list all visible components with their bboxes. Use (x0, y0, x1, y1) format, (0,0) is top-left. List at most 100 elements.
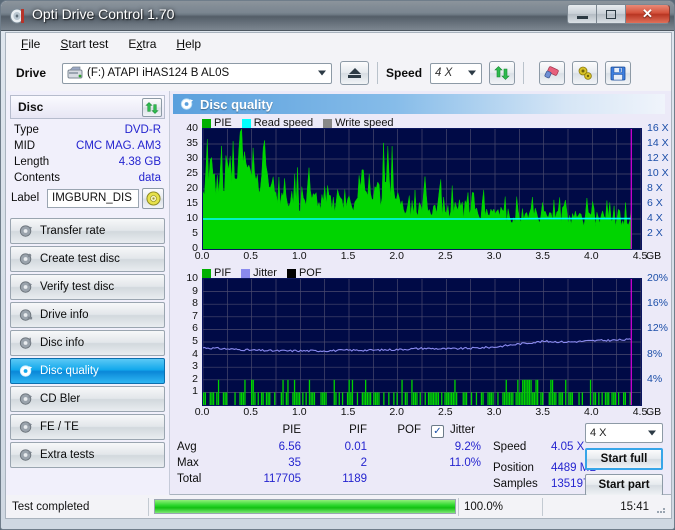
pie-y-tick: 35 (186, 137, 198, 149)
disc-quality-icon (19, 364, 33, 378)
pie-chart-plot[interactable] (202, 128, 642, 250)
menu-item-start-test[interactable]: Start test (51, 34, 117, 54)
pie-y-tick-right: 16 X (647, 122, 669, 134)
disc-row-length-key: Length (14, 156, 50, 168)
resize-grip-icon[interactable] (655, 503, 667, 515)
pie-y-tick-right: 4 X (647, 212, 663, 224)
pif-y-tick: 3 (192, 360, 198, 373)
drive-info-icon (19, 308, 33, 322)
panel-divider (169, 91, 170, 495)
pif-y-tick: 5 (192, 335, 198, 347)
floppy-save-icon (610, 66, 626, 81)
menu-item-file[interactable]: File (12, 34, 49, 54)
stats-panel: PIE PIF POF ✓ Jitter Avg 6.56 0.01 9.2% … (173, 423, 665, 496)
pif-y-tick-right: 4% (647, 372, 663, 385)
test-speed-select[interactable]: 4 X (585, 423, 663, 443)
toolbar-separator-1 (377, 62, 379, 84)
sidebar-item-disc-info[interactable]: Disc info (10, 330, 165, 356)
nav-list: Transfer rate Create test disc Verify te… (10, 218, 165, 470)
save-button[interactable] (605, 61, 632, 85)
drive-select[interactable]: (F:) ATAPI iHAS124 B AL0S (62, 62, 333, 84)
disc-quality-icon (180, 97, 194, 111)
speed-select[interactable]: 4 X (430, 62, 483, 84)
pie-y-tick: 5 (192, 227, 198, 239)
pif-x-tick: 0.0 (194, 406, 210, 418)
pie-y-tick: 15 (186, 197, 198, 209)
speed-select-value: 4 X (435, 67, 453, 79)
pie-x-tick: 2.0 (389, 250, 404, 262)
disc-refresh-button[interactable] (142, 98, 162, 117)
disc-icon (145, 190, 161, 206)
drive-icon (67, 66, 83, 80)
pie-x-tick: 3.0 (486, 250, 502, 262)
chevron-down-icon (468, 70, 477, 76)
disc-label-input[interactable]: IMGBURN_DIS (47, 188, 139, 208)
pie-x-tick: 1.0 (292, 250, 307, 262)
stats-col-pie: PIE (282, 424, 301, 436)
sidebar-item-drive-info[interactable]: Drive info (10, 302, 165, 328)
menu-item-help[interactable]: Help (167, 34, 210, 54)
pie-x-tick: 0.5 (243, 250, 258, 262)
maximize-button[interactable] (596, 4, 625, 24)
start-full-button[interactable]: Start full (585, 448, 663, 470)
pif-y-tick-right: 16% (647, 297, 669, 310)
test-speed-value: 4 X (590, 427, 607, 439)
section-header: Disc quality (173, 94, 665, 114)
pie-y-tick-right: 6 X (647, 197, 663, 209)
window-controls: ✕ (567, 4, 670, 24)
pie-y-tick-right: 2 X (647, 227, 663, 239)
pif-y-tick-right: 12% (647, 322, 669, 335)
gear-icon (577, 66, 594, 81)
stats-col-pif: PIF (349, 424, 367, 436)
sidebar-item-cd-bler[interactable]: CD Bler (10, 386, 165, 412)
stats-col-jitter: Jitter (450, 424, 475, 436)
pif-y-tick: 6 (192, 322, 198, 335)
disc-row-contents-value: data (138, 172, 161, 184)
eject-button[interactable] (340, 61, 370, 85)
sidebar-item-extra-tests[interactable]: Extra tests (10, 442, 165, 468)
stats-max-pie: 35 (288, 457, 301, 469)
erase-button[interactable] (539, 61, 566, 85)
disc-row-contents-key: Contents (14, 172, 61, 184)
menu-help-rest: elp (185, 37, 202, 51)
jitter-checkbox[interactable]: ✓ (431, 425, 444, 438)
sidebar-item-label: Transfer rate (40, 225, 106, 237)
status-text: Test completed (12, 500, 90, 513)
pif-x-axis-unit: GB (646, 406, 662, 418)
disc-label-button[interactable] (142, 187, 164, 209)
refresh-icon (145, 101, 159, 114)
pif-x-tick: 3.0 (486, 406, 502, 418)
disc-label-row: Label IMGBURN_DIS (10, 187, 165, 209)
sidebar-item-create-test-disc[interactable]: Create test disc (10, 246, 165, 272)
minimize-button[interactable] (567, 4, 596, 24)
status-separator-3 (542, 498, 543, 516)
pif-chart-plot[interactable] (202, 278, 642, 406)
start-part-button[interactable]: Start part (585, 474, 663, 496)
right-panel: Disc quality PIE Read speed Write speed (169, 91, 671, 496)
pif-x-tick: 0.5 (243, 406, 258, 418)
close-button[interactable]: ✕ (625, 4, 670, 24)
refresh-button[interactable] (489, 61, 516, 85)
sidebar-item-fe-te[interactable]: FE / TE (10, 414, 165, 440)
disc-info-list: Type DVD-R MID CMC MAG. AM3 Length 4.38 … (10, 122, 165, 209)
pif-x-tick: 2.0 (389, 406, 404, 418)
disc-fete-icon (19, 420, 33, 434)
pie-y-tick-right: 12 X (647, 152, 669, 164)
disc-row-type-value: DVD-R (124, 124, 161, 136)
pie-x-tick: 2.5 (438, 250, 453, 262)
menu-item-extra[interactable]: Extra (119, 34, 165, 54)
sidebar-item-disc-quality[interactable]: Disc quality (10, 358, 165, 384)
stats-row-total-label: Total (177, 473, 202, 485)
sidebar-item-transfer-rate[interactable]: Transfer rate (10, 218, 165, 244)
sidebar-item-label: Drive info (40, 309, 89, 321)
speed-label: Speed (386, 66, 423, 80)
legend-swatch-pof (286, 268, 296, 278)
disc-bler-icon (19, 392, 33, 406)
progress-percent: 100.0% (464, 500, 504, 513)
pie-x-tick: 3.5 (535, 250, 550, 262)
left-panel: Disc Type DVD-R MID CMC MAG. AM3 Length … (6, 91, 169, 495)
sidebar-item-verify-test-disc[interactable]: Verify test disc (10, 274, 165, 300)
pie-y-tick: 30 (186, 152, 198, 164)
settings-button[interactable] (572, 61, 599, 85)
menu-extra-rest: tra (142, 37, 157, 51)
